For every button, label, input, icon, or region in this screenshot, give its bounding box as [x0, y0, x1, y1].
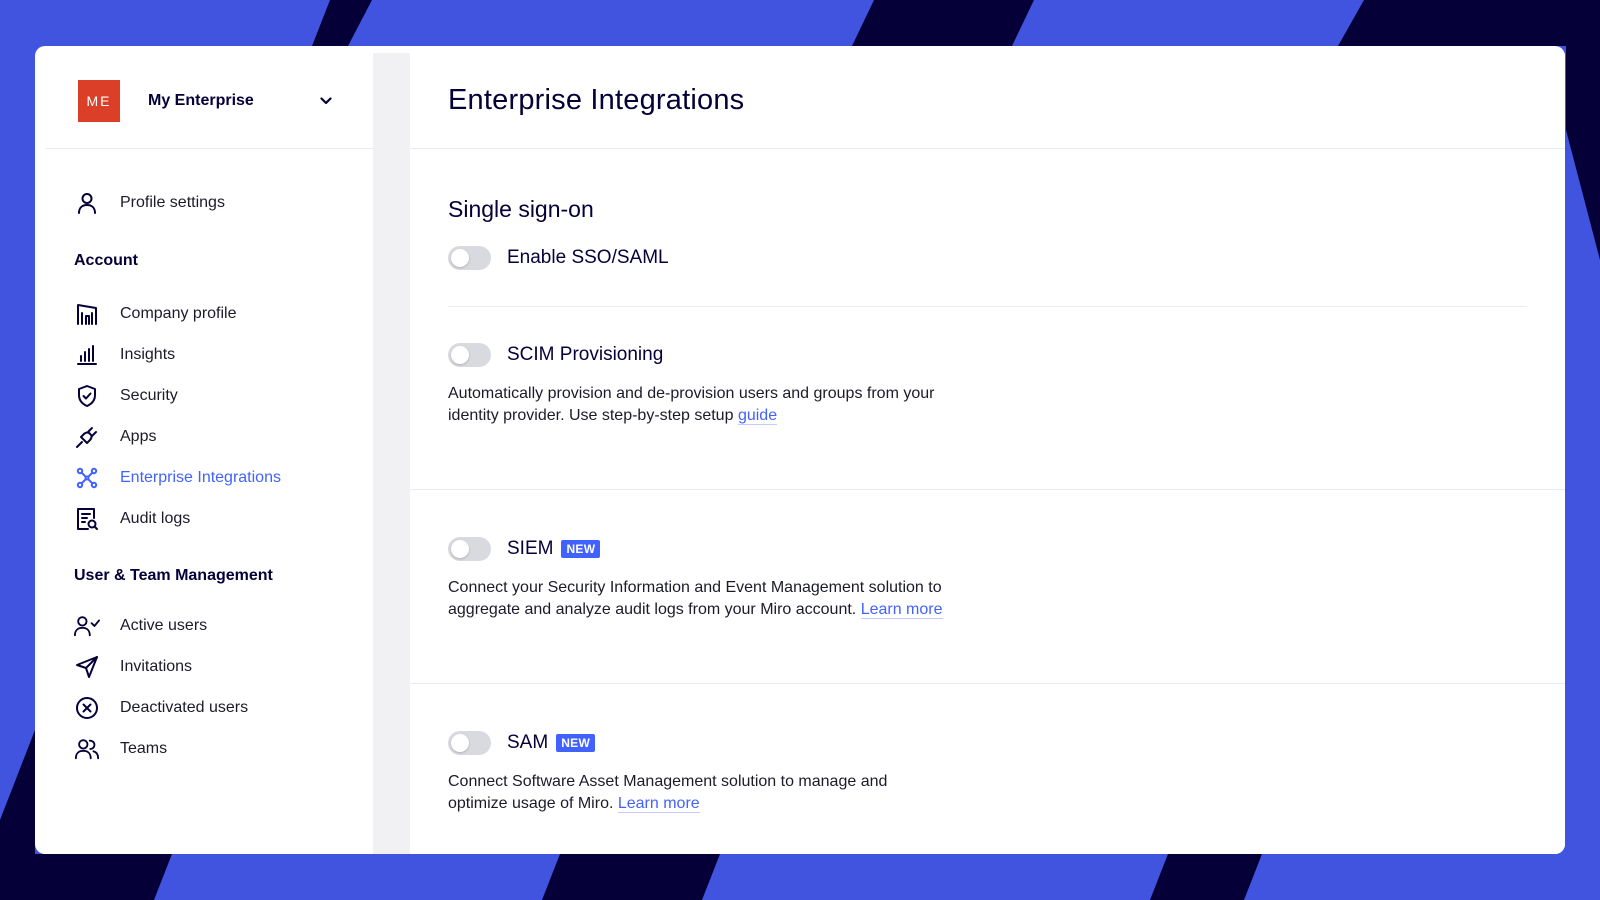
user-check-icon — [74, 613, 100, 639]
page-title: Enterprise Integrations — [448, 84, 745, 116]
sidebar-item-label: Insights — [120, 345, 176, 363]
sidebar-item-label: Apps — [120, 427, 157, 445]
sidebar-item-insights[interactable]: Insights — [74, 334, 373, 375]
sidebar-item-profile-settings[interactable]: Profile settings — [74, 182, 373, 223]
siem-toggle-label: SIEM — [507, 538, 554, 559]
toggle-knob — [451, 346, 469, 364]
sidebar-item-enterprise-integrations[interactable]: Enterprise Integrations — [74, 457, 373, 498]
org-name: My Enterprise — [148, 91, 254, 109]
sam-learn-more-link[interactable]: Learn more — [617, 795, 700, 813]
siem-learn-more-link[interactable]: Learn more — [860, 601, 943, 619]
sidebar-item-label: Profile settings — [120, 193, 225, 211]
sam-description: Connect Software Asset Management soluti… — [448, 771, 938, 815]
chevron-down-icon[interactable] — [320, 95, 332, 107]
send-icon — [74, 654, 100, 680]
scim-toggle-label: SCIM Provisioning — [507, 344, 664, 365]
scim-guide-link[interactable]: guide — [737, 407, 778, 425]
sidebar-item-apps[interactable]: Apps — [74, 416, 373, 457]
sidebar-item-label: Active users — [120, 616, 208, 634]
sidebar-item-label: Security — [120, 386, 178, 404]
sidebar-item-label: Enterprise Integrations — [120, 468, 281, 486]
bar-chart-icon — [74, 342, 100, 368]
org-logo: ME — [78, 79, 120, 122]
section-title-user-team: User & Team Management — [74, 567, 273, 584]
shield-check-icon — [74, 383, 100, 409]
scim-row: SCIM Provisioning — [448, 343, 1565, 367]
page-header: Enterprise Integrations — [410, 53, 1565, 149]
sso-row: Enable SSO/SAML — [448, 246, 1565, 270]
toggle-knob — [451, 734, 469, 752]
sidebar-item-label: Company profile — [120, 304, 237, 322]
sidebar-item-label: Teams — [120, 739, 168, 757]
section-title-account: Account — [74, 252, 138, 269]
siem-toggle[interactable] — [448, 537, 491, 561]
sidebar-item-audit-logs[interactable]: Audit logs — [74, 498, 373, 539]
sidebar-item-label: Deactivated users — [120, 698, 249, 716]
org-switcher[interactable]: ME My Enterprise — [46, 53, 373, 149]
sidebar-item-teams[interactable]: Teams — [74, 728, 373, 769]
building-icon — [74, 301, 100, 327]
audit-log-icon — [74, 506, 100, 532]
sso-heading: Single sign-on — [448, 196, 594, 222]
sidebar-gutter — [373, 53, 410, 854]
sidebar-item-invitations[interactable]: Invitations — [74, 646, 373, 687]
siem-row: SIEM NEW — [448, 537, 1565, 561]
sidebar-item-security[interactable]: Security — [74, 375, 373, 416]
sso-toggle[interactable] — [448, 246, 491, 270]
sidebar-item-active-users[interactable]: Active users — [74, 605, 373, 646]
sidebar-item-label: Invitations — [120, 657, 193, 675]
sam-toggle[interactable] — [448, 731, 491, 755]
scim-description-text: Automatically provision and de-provision… — [448, 385, 935, 424]
sidebar-item-label: Audit logs — [120, 509, 191, 527]
new-badge: NEW — [556, 734, 596, 752]
integrations-icon — [74, 465, 100, 491]
new-badge: NEW — [561, 540, 601, 558]
sso-toggle-label: Enable SSO/SAML — [507, 247, 669, 268]
toggle-knob — [451, 249, 469, 267]
scim-description: Automatically provision and de-provision… — [448, 383, 988, 427]
sidebar: ME My Enterprise Profile settings Accoun… — [46, 53, 373, 843]
sam-row: SAM NEW — [448, 731, 1565, 755]
main-panel: Enterprise Integrations Single sign-on E… — [410, 53, 1565, 854]
app-window: ME My Enterprise Profile settings Accoun… — [35, 46, 1565, 854]
sidebar-item-deactivated-users[interactable]: Deactivated users — [74, 687, 373, 728]
scim-toggle[interactable] — [448, 343, 491, 367]
siem-description: Connect your Security Information and Ev… — [448, 577, 993, 621]
plug-icon — [74, 424, 100, 450]
toggle-knob — [451, 540, 469, 558]
sidebar-item-company-profile[interactable]: Company profile — [74, 293, 373, 334]
user-icon — [74, 190, 100, 216]
users-icon — [74, 736, 100, 762]
sam-toggle-label: SAM — [507, 732, 549, 753]
circle-x-icon — [74, 695, 100, 721]
